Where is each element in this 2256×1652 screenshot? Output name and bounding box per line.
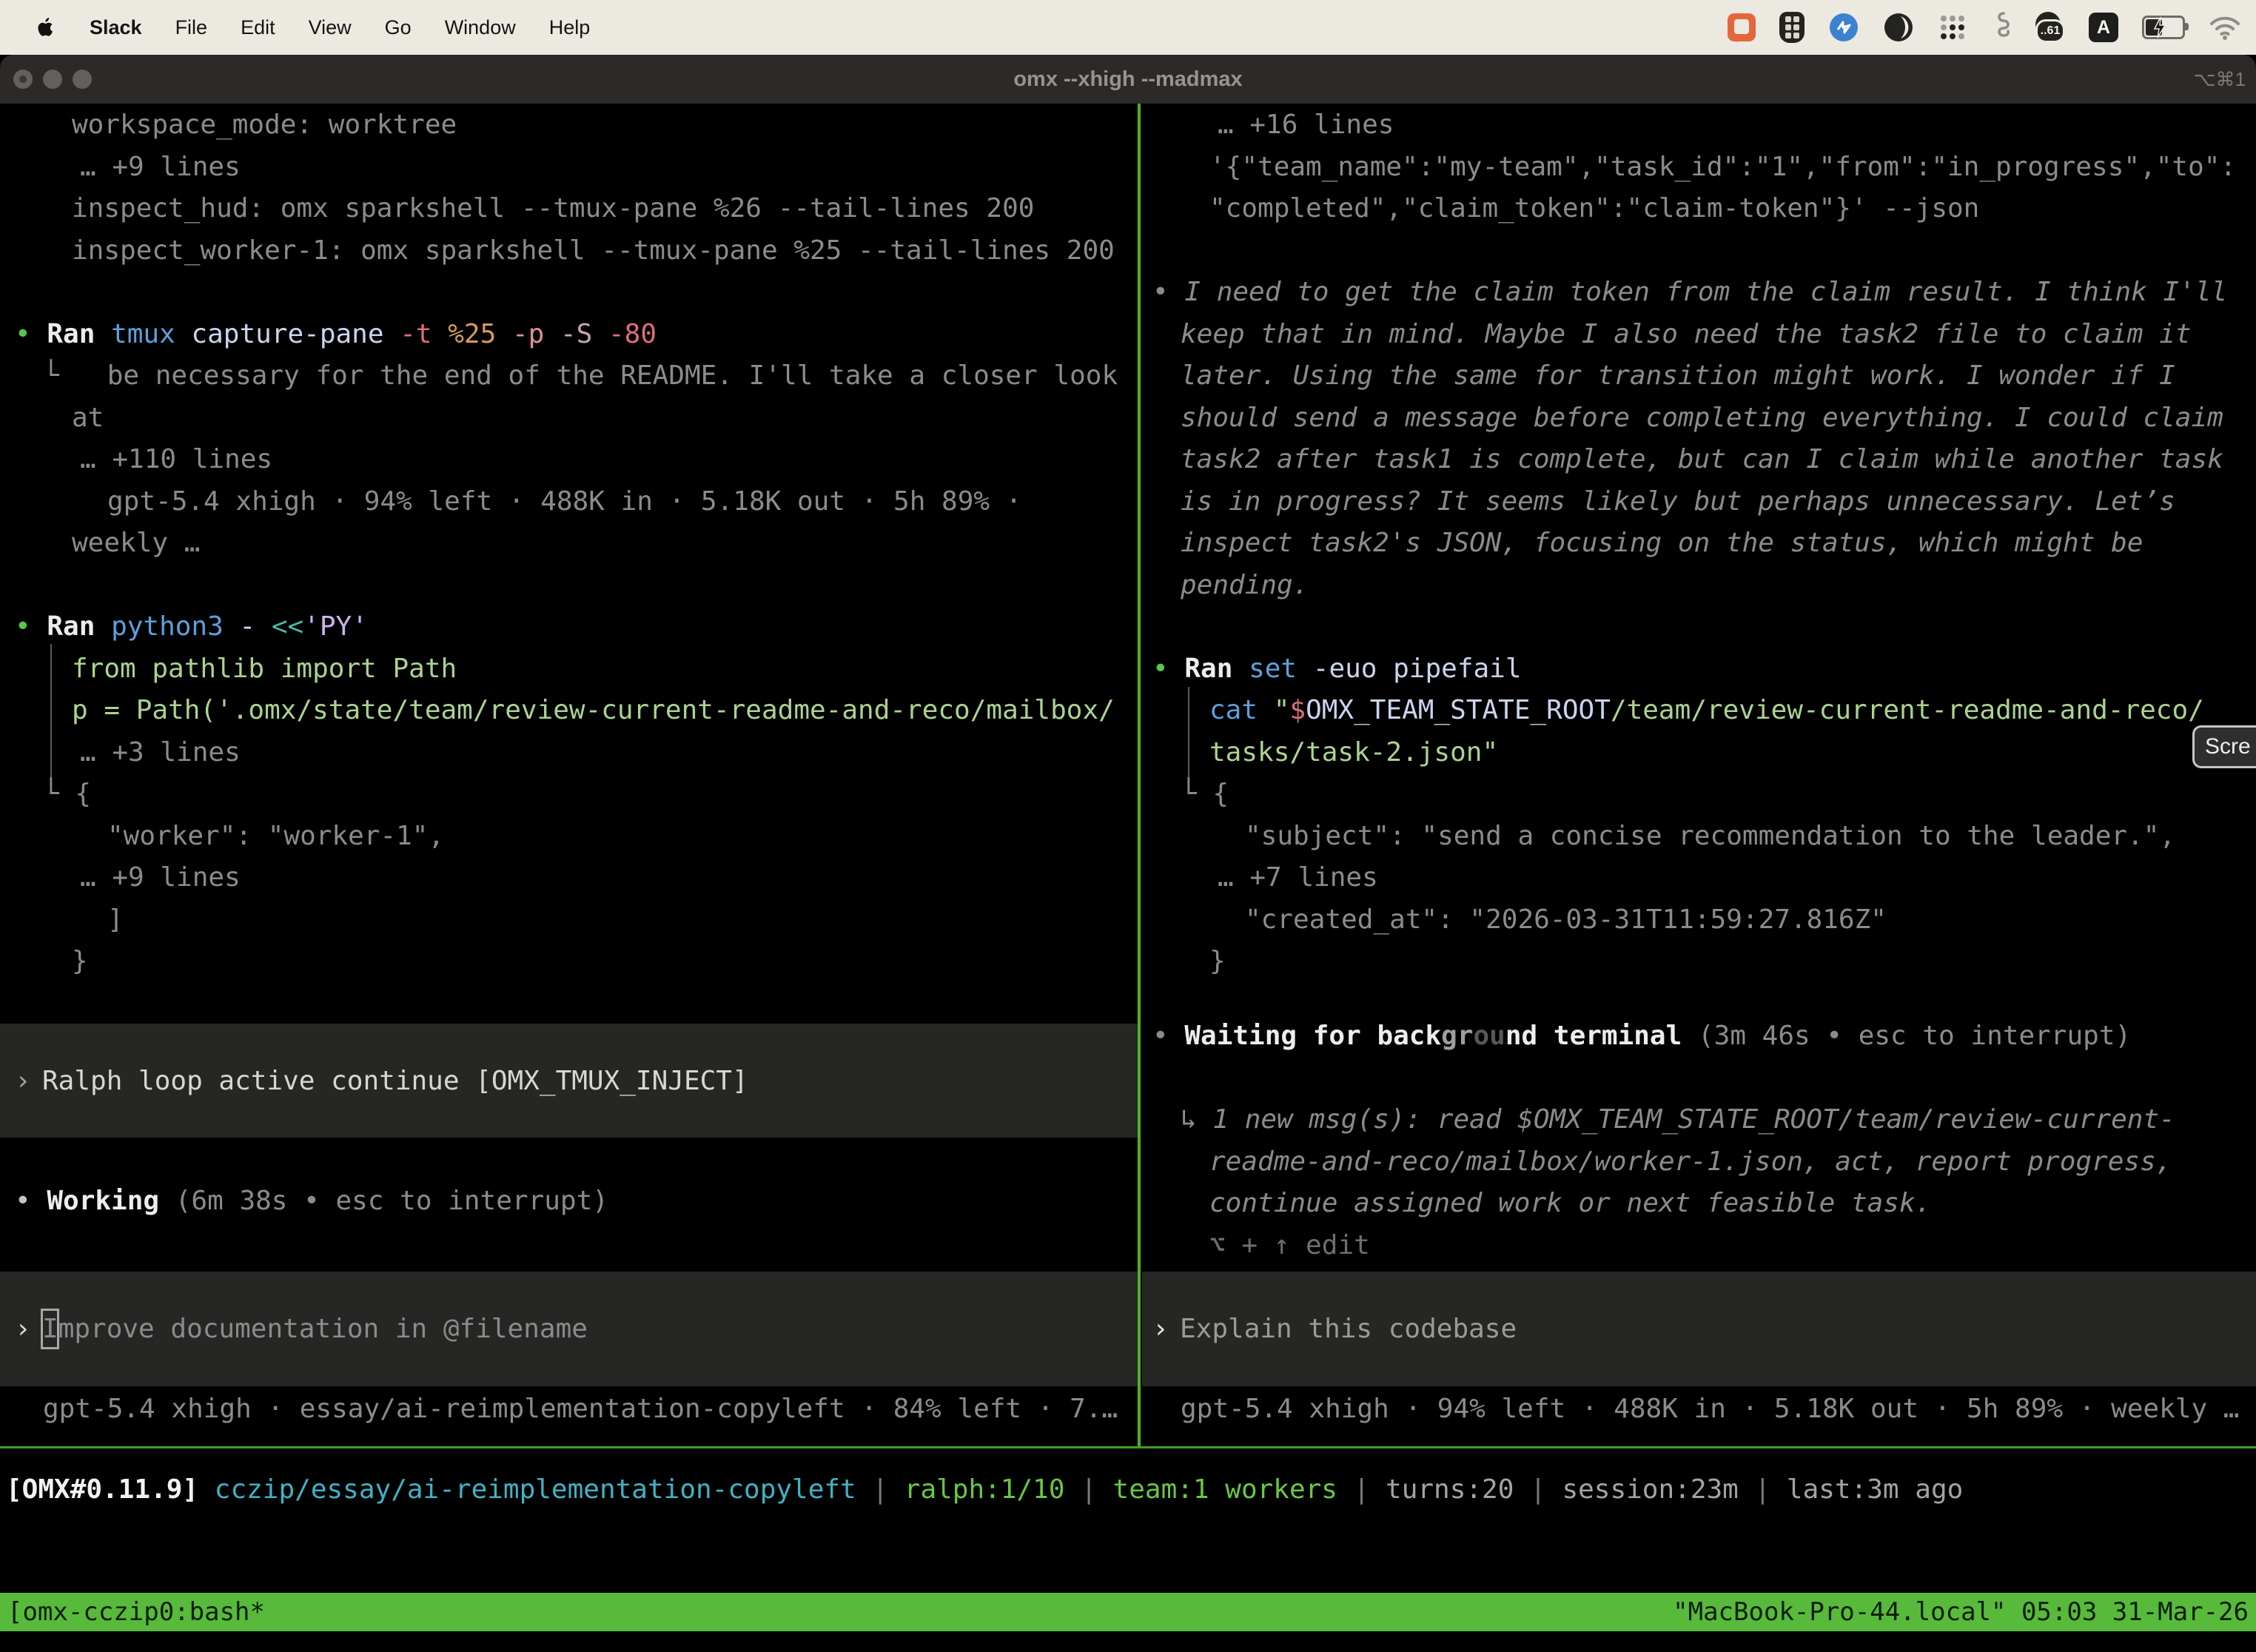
terminal-line: • Ran tmux capture-pane -t %25 -p -S -80 [15, 313, 657, 355]
terminal-line: keep that in mind. Maybe I also need the… [1181, 313, 2191, 355]
menu-item-window[interactable]: Window [445, 16, 516, 39]
terminal-line: … +110 lines [80, 438, 272, 480]
terminal-line: ] [107, 899, 124, 941]
keypad-shield-icon[interactable] [1779, 11, 1805, 44]
right-pane: … +16 lines'{"team_name":"my-team","task… [1138, 104, 2256, 1448]
inject-banner-text: Ralph loop active continue [OMX_TMUX_INJ… [42, 1066, 748, 1096]
terminal-line: inspect_hud: omx sparkshell --tmux-pane … [72, 187, 1034, 229]
terminal-line: • Waiting for background terminal (3m 46… [1152, 1015, 2131, 1057]
terminal-line: ⌥ + ↑ edit [1209, 1224, 1370, 1266]
tmux-host-clock: "MacBook-Pro-44.local" 05:03 31-Mar-26 [1673, 1597, 2249, 1627]
terminal-line: readme-and-reco/mailbox/worker-1.json, a… [1209, 1141, 2172, 1183]
terminal-line: continue assigned work or next feasible … [1209, 1182, 1931, 1224]
wifi-icon[interactable] [2209, 11, 2241, 44]
screenshot-toast[interactable]: Scre [2192, 725, 2256, 768]
terminal-line: later. Using the same for transition mig… [1181, 355, 2175, 397]
menu-item-slack[interactable]: Slack [90, 16, 142, 39]
screen: Slack File Edit View Go Window Help [0, 0, 2256, 1652]
window-title-bar: omx --xhigh --madmax ⌥⌘1 [0, 55, 2256, 104]
tmux-status-bar: [omx-cczip0:bash* "MacBook-Pro-44.local"… [0, 1593, 2256, 1631]
terminal-line: } [1209, 940, 1226, 982]
menu-item-view[interactable]: View [309, 16, 352, 39]
terminal-line: └ be necessary for the end of the README… [43, 355, 1118, 397]
menu-item-go[interactable]: Go [385, 16, 412, 39]
prompt-chevron: › [1152, 1314, 1180, 1344]
terminal-line: "completed","claim_token":"claim-token"}… [1209, 187, 1979, 229]
terminal-line: p = Path('.omx/state/team/review-current… [72, 689, 1115, 731]
right-input-box[interactable]: › Explain this codebase [1142, 1272, 2256, 1386]
dots-grid-icon[interactable] [1938, 11, 1967, 44]
terminal-line: inspect_worker-1: omx sparkshell --tmux-… [72, 229, 1115, 272]
crescent-icon[interactable] [1883, 11, 1914, 44]
terminal-line: ↳ 1 new msg(s): read $OMX_TEAM_STATE_ROO… [1181, 1098, 2175, 1141]
terminal-line: '{"team_name":"my-team","task_id":"1","f… [1209, 146, 2236, 188]
terminal-line: is in progress? It seems likely but perh… [1181, 480, 2175, 523]
terminal-line: … +9 lines [80, 146, 241, 188]
left-input-placeholder: Improve documentation in @filename [42, 1314, 588, 1344]
terminal-line: "worker": "worker-1", [107, 815, 444, 857]
terminal-line: } [72, 940, 88, 982]
chat-bubble-icon[interactable] [1728, 11, 1756, 44]
menu-item-edit[interactable]: Edit [241, 16, 275, 39]
terminal-line: • I need to get the claim token from the… [1152, 271, 2227, 313]
window-shortcut-hint: ⌥⌘1 [2194, 55, 2246, 104]
timer-badge-icon[interactable]: ..61 [2034, 12, 2065, 43]
terminal-line: tasks/task-2.json" [1209, 731, 1498, 773]
left-pane: workspace_mode: worktree… +9 linesinspec… [0, 104, 1138, 1448]
tmux-inject-banner: › Ralph loop active continue [OMX_TMUX_I… [0, 1024, 1138, 1138]
sync-badge-icon[interactable] [1828, 11, 1859, 44]
terminal-line: weekly … [72, 522, 200, 564]
terminal-line: … +9 lines [80, 856, 241, 899]
menu-bar: Slack File Edit View Go Window Help [0, 0, 2256, 55]
working-status: • Working (6m 38s • esc to interrupt) [15, 1180, 608, 1222]
hook-icon[interactable] [1991, 11, 2010, 44]
terminal-line: … +3 lines [80, 731, 241, 773]
keyboard-layout-icon[interactable]: A [2089, 11, 2118, 44]
terminal-line: "subject": "send a concise recommendatio… [1245, 815, 2175, 857]
terminal-line: "created_at": "2026-03-31T11:59:27.816Z" [1245, 899, 1887, 941]
right-input-placeholder: Explain this codebase [1180, 1314, 1517, 1344]
right-model-status: gpt-5.4 xhigh · 94% left · 488K in · 5.1… [1181, 1388, 2239, 1430]
terminal-line: • Ran set -euo pipefail [1152, 648, 1522, 690]
apple-menu-icon[interactable] [34, 15, 56, 40]
terminal-line: pending. [1181, 564, 1309, 606]
output-connector-line [1188, 687, 1189, 782]
omx-status-line: [OMX#0.11.9] cczip/essay/ai-reimplementa… [6, 1468, 1963, 1511]
terminal-line: • Ran python3 - <<'PY' [15, 605, 368, 648]
terminal-line: from pathlib import Path [72, 648, 457, 690]
terminal-line: └ { [1181, 773, 1229, 815]
terminal-line: inspect task2's JSON, focusing on the st… [1181, 522, 2143, 564]
terminal-line: should send a message before completing … [1181, 397, 2223, 439]
terminal-line: at [72, 397, 104, 439]
tmux-session-name[interactable]: [omx-cczip0:bash* [7, 1597, 265, 1627]
terminal-line: gpt-5.4 xhigh · 94% left · 488K in · 5.1… [107, 480, 1021, 523]
terminal-line: task2 after task1 is complete, but can I… [1181, 438, 2223, 480]
prompt-chevron: › [15, 1066, 42, 1096]
terminal-line: workspace_mode: worktree [72, 104, 457, 146]
timer-badge-value: ..61 [2035, 19, 2065, 43]
output-connector-line [50, 644, 52, 781]
battery-charging-icon[interactable] [2142, 11, 2185, 44]
menu-item-help[interactable]: Help [549, 16, 591, 39]
terminal-line: … +7 lines [1218, 856, 1378, 899]
left-input-box[interactable]: › Improve documentation in @filename [0, 1272, 1138, 1386]
text-cursor: I [42, 1314, 58, 1344]
terminal-line: … +16 lines [1218, 104, 1394, 146]
left-model-status: gpt-5.4 xhigh · essay/ai-reimplementatio… [43, 1388, 1118, 1430]
window-title: omx --xhigh --madmax [0, 55, 2256, 104]
terminal-line: cat "$OMX_TEAM_STATE_ROOT/team/review-cu… [1209, 689, 2204, 731]
tmux-pane-border [0, 1446, 2256, 1448]
prompt-chevron: › [15, 1314, 42, 1344]
menu-item-file[interactable]: File [175, 16, 208, 39]
terminal-line: └ { [43, 773, 91, 815]
